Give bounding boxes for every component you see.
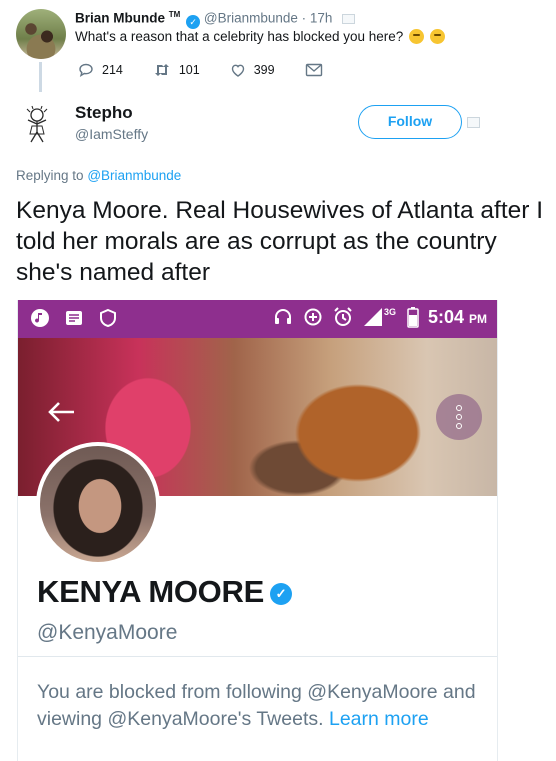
alarm-icon [334,307,352,326]
trademark-mark: TM [168,10,181,19]
parent-tweet-header: Brian Mbunde TM ✓ @Brianmbunde · 17h [75,10,356,29]
tweet-menu-caret-icon[interactable] [342,13,356,24]
reply-author-handle[interactable]: @IamSteffy [75,126,148,142]
profile-name: KENYA MOORE [37,574,264,609]
retweet-action[interactable]: 101 [153,62,200,78]
parent-tweet[interactable]: Brian Mbunde TM ✓ @Brianmbunde · 17h Wha… [0,0,556,92]
data-saver-icon [304,308,322,326]
retweet-icon [154,64,169,76]
divider [18,656,497,657]
verified-icon: ✓ [269,583,292,605]
replying-to: Replying to @Brianmbunde [16,168,181,183]
parent-avatar[interactable] [16,9,66,59]
heart-icon [231,64,244,77]
learn-more-link[interactable]: Learn more [329,708,429,730]
direct-message-action[interactable] [305,63,331,77]
status-time-ampm: PM [469,311,487,326]
phone-status-bar: 3G 5:04 PM [18,300,497,338]
verified-icon: ✓ [186,14,201,29]
music-note-icon [31,309,49,327]
blocked-notice: You are blocked from following @KenyaMoo… [37,679,477,733]
profile-handle: @KenyaMoore [37,621,178,644]
headphones-icon [274,309,291,324]
separator-dot: · [301,10,307,26]
thread-line [39,62,42,92]
status-time-value: 5:04 [427,306,464,327]
reply-tweet-text: Kenya Moore. Real Housewives of Atlanta … [16,197,544,286]
thinking-face-emoji-icon [409,29,425,44]
thinking-face-emoji-icon [429,29,445,44]
like-count: 399 [253,63,275,77]
profile-avatar[interactable] [36,442,160,566]
profile-name-row: KENYA MOORE ✓ [37,574,292,610]
reply-count: 214 [102,63,123,77]
parent-tweet-text: What's a reason that a celebrity has blo… [75,29,404,44]
status-bar-left-icons [30,308,132,328]
parent-tweet-time[interactable]: 17h [310,11,333,26]
like-action[interactable]: 399 [230,62,275,78]
retweet-count: 101 [178,63,200,77]
replying-to-handle-link[interactable]: @Brianmbunde [87,168,181,183]
tweet-actions: 214 101 399 [78,62,361,78]
parent-tweet-text-row: What's a reason that a celebrity has blo… [75,29,445,44]
network-type: 3G [383,307,396,317]
reply-action[interactable]: 214 [78,62,123,78]
signal-icon [363,308,382,326]
shield-icon [100,308,116,328]
more-options-button[interactable] [436,394,482,440]
follow-button[interactable]: Follow [358,105,462,139]
status-time: 5:04 PM [428,307,487,328]
reply-icon [79,63,93,78]
back-arrow-icon[interactable] [46,400,76,424]
replying-to-label: Replying to [16,168,84,183]
reply-author-name[interactable]: Stepho [75,103,133,123]
parent-author-name[interactable]: Brian Mbunde [75,11,165,26]
battery-icon [407,307,419,328]
parent-author-handle[interactable]: @Brianmbunde [204,11,298,26]
stepho-avatar[interactable] [16,104,58,146]
message-icon [66,311,82,325]
envelope-icon [305,63,322,77]
status-bar-right-icons: 3G 5:04 PM [272,306,487,328]
embedded-screenshot[interactable]: 3G 5:04 PM KENYA MOORE ✓ @KenyaMoore You … [17,300,498,761]
tweet-menu-caret-icon[interactable] [467,117,480,128]
